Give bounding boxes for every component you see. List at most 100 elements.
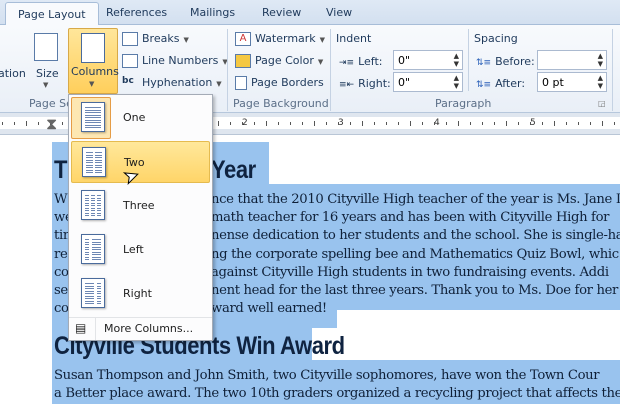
column-one-icon (81, 102, 105, 132)
group-separator (330, 29, 331, 111)
page-line (97, 298, 101, 299)
size-button[interactable]: Size (36, 67, 59, 80)
size-caret-icon: ▼ (43, 81, 49, 89)
page-line (97, 215, 101, 216)
ruler-tick (590, 122, 591, 125)
breaks-label: Breaks (142, 32, 180, 45)
watermark-button[interactable]: A Watermark ▼ (235, 32, 325, 46)
page-line (97, 303, 101, 304)
ruler-tick (602, 121, 603, 126)
tab-references[interactable]: References (106, 6, 167, 19)
ruler-tick (338, 122, 339, 125)
spinner-arrows-icon[interactable]: ▲ ▼ (454, 52, 459, 68)
tab-review[interactable]: Review (262, 6, 301, 19)
page-color-button[interactable]: Page Color ▼ (235, 54, 323, 68)
body-line-left: co (54, 301, 69, 317)
page-line (97, 197, 101, 199)
page-line (85, 109, 101, 111)
columns-option-left[interactable]: Left (71, 229, 210, 271)
ruler-tick (230, 122, 231, 125)
body-line-right: nce that the 2010 Cityville High teacher… (211, 192, 620, 207)
orientation-button[interactable]: ation (0, 67, 26, 80)
spacing-before-text: Before: (495, 55, 535, 68)
spacing-after-label: ⇅≡ After: (476, 77, 525, 90)
spacing-after-input[interactable]: 0 pt ▲ ▼ (537, 72, 607, 92)
page-line (85, 205, 89, 206)
ruler-tick (362, 121, 363, 126)
indent-left-value: 0" (398, 54, 411, 67)
page-line (97, 290, 101, 292)
indent-left-input[interactable]: 0" ▲ ▼ (393, 50, 463, 70)
page-line (95, 164, 102, 166)
page-line (97, 210, 101, 211)
page-line (85, 207, 89, 209)
columns-caret-icon: ▼ (89, 80, 95, 88)
page-line (97, 207, 101, 209)
ruler-tick (2, 122, 3, 125)
indent-marker-icon[interactable]: ⧗ (46, 114, 57, 134)
page-line (85, 212, 89, 214)
columns-option-three[interactable]: Three (71, 185, 210, 227)
indent-right-input[interactable]: 0" ▲ ▼ (393, 72, 463, 92)
group-separator (227, 29, 228, 111)
columns-option-one[interactable]: One (71, 97, 210, 139)
more-columns-item[interactable]: ▤ More Columns... (71, 318, 210, 340)
tab-page-layout[interactable]: Page Layout (5, 2, 99, 26)
page-line (85, 300, 94, 302)
page-line (92, 241, 101, 243)
page-line (97, 205, 101, 206)
columns-button[interactable]: Columns ▼ (68, 28, 119, 94)
page-background-group-label: Page Background (233, 97, 329, 110)
page-line (86, 154, 93, 156)
spinner-arrows-icon[interactable]: ▲ ▼ (598, 52, 603, 68)
columns-option-right[interactable]: Right (71, 273, 210, 315)
hyphenation-label: Hyphenation (142, 76, 213, 89)
spinner-arrows-icon[interactable]: ▲ ▼ (598, 74, 603, 90)
page-line (95, 162, 102, 163)
ruler-tick (278, 122, 279, 125)
page-line (86, 162, 93, 163)
columns-icon (81, 33, 105, 63)
columns-dropdown-menu: One Two Three Left Right ▤ More Columns... (68, 94, 213, 341)
page-borders-icon (235, 76, 247, 90)
columns-option-label: One (123, 111, 146, 124)
page-line (85, 200, 89, 201)
page-borders-button[interactable]: Page Borders (235, 76, 324, 90)
ruler-tick (458, 121, 459, 126)
spacing-title: Spacing (474, 32, 518, 45)
columns-option-two[interactable]: Two (71, 141, 210, 183)
page-line (85, 127, 101, 128)
ruler-tick (614, 122, 615, 125)
ruler-tick (470, 122, 471, 125)
tab-mailings[interactable]: Mailings (190, 6, 235, 19)
breaks-button[interactable]: Breaks ▼ (122, 32, 189, 46)
ruler-tick (482, 122, 483, 125)
page-line (85, 117, 101, 118)
ruler-tick (518, 122, 519, 125)
page-line (85, 107, 101, 108)
page-line (92, 239, 101, 240)
dialog-launcher-icon[interactable]: ◲ (598, 99, 606, 108)
ruler-tick (506, 121, 507, 126)
page-line (92, 251, 101, 253)
page-line (85, 122, 101, 123)
page-line (92, 254, 101, 255)
page-line (85, 210, 89, 211)
ruler-tick (422, 122, 423, 125)
line-numbers-button[interactable]: Line Numbers ▼ (122, 54, 228, 68)
ruler-tick (266, 121, 267, 126)
hyphenation-button[interactable]: bc Hyphenation ▼ (122, 76, 222, 90)
indent-right-value: 0" (398, 76, 411, 89)
page-line (85, 202, 89, 204)
spacing-after-text: After: (495, 77, 526, 90)
tab-view[interactable]: View (326, 6, 352, 19)
ruler-tick (26, 121, 27, 126)
columns-option-label: Right (123, 287, 152, 300)
ruler-tick (398, 122, 399, 125)
page-line (85, 239, 89, 240)
page-line (95, 169, 102, 171)
spinner-arrows-icon[interactable]: ▲ ▼ (454, 74, 459, 90)
spacing-before-input[interactable]: ▲ ▼ (537, 50, 607, 70)
body-line-right: nense dedication to her students and the… (211, 228, 620, 244)
spacing-before-icon: ⇅≡ (476, 58, 492, 68)
